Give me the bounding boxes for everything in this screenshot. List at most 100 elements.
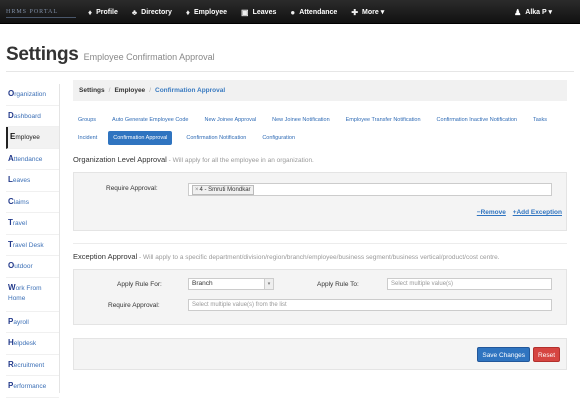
tab-configuration[interactable]: Configuration (260, 131, 297, 145)
nav-item-label: Profile (96, 8, 118, 16)
nav-item-label: Leaves (252, 8, 277, 16)
tab-confirmation-inactive-notification[interactable]: Confirmation Inactive Notification (435, 113, 519, 127)
sidebar-item-organization[interactable]: Organization (6, 84, 59, 106)
breadcrumb-separator: / (108, 87, 111, 94)
exception-approval-desc: - Will apply to a specific department/di… (137, 254, 500, 261)
divider (73, 243, 567, 244)
sidebar-item-label: rganization (14, 91, 47, 98)
page-title: Settings (6, 44, 79, 65)
person-icon: ♦ (88, 7, 93, 17)
top-navbar: HRMS PORTAL ♦ Profile ♣ Directory ♦ Employee ▣… (0, 0, 580, 24)
camera-icon: ▣ (241, 7, 249, 17)
apply-rule-for-value: Branch (192, 280, 213, 287)
clock-icon: ● (290, 7, 296, 17)
nav-item-directory[interactable]: ♣ Directory (132, 8, 172, 17)
brand-logo[interactable]: HRMS PORTAL (6, 7, 76, 18)
apply-rule-to-label: Apply Rule To: (317, 281, 359, 288)
main-nav: ♦ Profile ♣ Directory ♦ Employee ▣ Leaves ● Atten… (88, 0, 398, 24)
sidebar-item-label: ravel Desk (12, 241, 44, 249)
breadcrumb-separator: / (149, 87, 151, 94)
tab-groups[interactable]: Groups (76, 113, 98, 127)
chevron-down-icon: ▾ (264, 279, 273, 289)
sidebar: Organization Dashboard Employee Attendance L… (6, 84, 60, 398)
sidebar-item-label: ravel (12, 220, 27, 227)
plus-circle-icon: ✚ (351, 7, 359, 17)
tab-employee-transfer-notification[interactable]: Employee Transfer Notification (344, 113, 423, 127)
nav-item-leaves[interactable]: ▣ Leaves (241, 8, 276, 17)
save-changes-button[interactable]: Save Changes (477, 347, 530, 362)
main-content: Settings / Employee / Confirmation Appro… (73, 80, 567, 370)
divider (6, 71, 574, 72)
require-approval-label: Require Approval: (108, 302, 160, 309)
people-icon: ♣ (131, 7, 138, 17)
nav-item-label: More ▾ (362, 9, 385, 16)
tab-incident[interactable]: Incident (76, 131, 99, 145)
org-approval-title: Organization Level Approval (73, 155, 167, 164)
tab-confirmation-notification[interactable]: Confirmation Notification (184, 131, 248, 145)
sidebar-item-travel[interactable]: Travel (6, 213, 59, 235)
sidebar-item-payroll[interactable]: Payroll (6, 312, 59, 333)
org-approval-panel: Require Approval: ×4 - Smruti Mondkar −R… (73, 172, 567, 231)
sidebar-item-claims[interactable]: Claims (6, 192, 59, 213)
require-approval-label: Require Approval: (106, 185, 158, 192)
nav-item-attendance[interactable]: ● Attendance (290, 8, 337, 17)
sidebar-item-recruitment[interactable]: Recruitment (6, 355, 59, 376)
sidebar-item-label: utdoor (14, 263, 33, 270)
sidebar-item-label: ashboard (13, 112, 41, 120)
tab-confirmation-approval[interactable]: Confirmation Approval (108, 131, 173, 145)
add-exception-link[interactable]: +Add Exception (513, 209, 562, 216)
nav-item-profile[interactable]: ♦ Profile (88, 8, 118, 17)
sidebar-item-label: ayroll (13, 318, 29, 326)
breadcrumb: Settings / Employee / Confirmation Appro… (73, 80, 567, 101)
org-approval-heading: Organization Level Approval - Will apply… (73, 155, 567, 164)
sidebar-item-performance[interactable]: Performance (6, 376, 59, 398)
sidebar-item-leaves[interactable]: Leaves (6, 170, 59, 192)
sidebar-item-label: ecruitment (13, 361, 45, 369)
approver-tag: ×4 - Smruti Mondkar (192, 185, 254, 195)
exception-approval-heading: Exception Approval - Will apply to a spe… (73, 252, 567, 261)
page-header: Settings Employee Confirmation Approval (6, 44, 215, 66)
user-name: Alka P ▾ (525, 9, 552, 16)
nav-item-employee[interactable]: ♦ Employee (186, 8, 227, 17)
apply-rule-for-select[interactable]: Branch ▾ (188, 278, 274, 290)
exception-require-approval-input[interactable]: Select multiple value(s) from the list (188, 299, 552, 311)
sidebar-item-employee[interactable]: Employee (6, 127, 59, 149)
sidebar-item-travel-desk[interactable]: Travel Desk (6, 235, 59, 256)
nav-item-label: Attendance (299, 8, 338, 16)
nav-item-label: Employee (193, 8, 228, 16)
breadcrumb-current: Confirmation Approval (155, 87, 226, 94)
sidebar-item-label: erformance (13, 383, 47, 390)
settings-tabs: Groups Auto Generate Employee Code New Joi… (73, 113, 567, 149)
employee-icon: ♦ (185, 7, 190, 17)
sidebar-item-dashboard[interactable]: Dashboard (6, 106, 59, 127)
apply-rule-for-label: Apply Rule For: (117, 281, 162, 288)
exception-approval-title: Exception Approval (73, 252, 138, 261)
user-icon: ♟ (514, 7, 522, 17)
sidebar-item-outdoor[interactable]: Outdoor (6, 256, 59, 278)
tab-new-joinee-notification[interactable]: New Joinee Notification (270, 113, 331, 127)
form-actions: Save Changes Reset (73, 338, 567, 370)
sidebar-item-label: elpdesk (13, 340, 37, 347)
breadcrumb-employee[interactable]: Employee (114, 87, 145, 94)
sidebar-item-helpdesk[interactable]: Helpdesk (6, 333, 59, 355)
tab-tasks[interactable]: Tasks (531, 113, 549, 127)
reset-button[interactable]: Reset (533, 347, 560, 362)
sidebar-item-work-from-home[interactable]: Work From Home (6, 278, 59, 312)
remove-tag-icon[interactable]: × (195, 187, 199, 193)
user-menu[interactable]: ♟ Alka P ▾ (514, 0, 552, 24)
sidebar-item-initial: W (8, 282, 16, 292)
apply-rule-to-input[interactable]: Select multiple value(s) (387, 278, 552, 290)
org-approval-desc: - Will apply for all the employee in an … (166, 157, 314, 164)
sidebar-item-attendance[interactable]: Attendance (6, 149, 59, 170)
nav-item-more[interactable]: ✚ More ▾ (351, 8, 384, 17)
tab-auto-generate-employee-code[interactable]: Auto Generate Employee Code (110, 113, 190, 127)
remove-link[interactable]: −Remove (477, 209, 506, 216)
breadcrumb-settings[interactable]: Settings (79, 87, 105, 94)
exception-approval-panel: Apply Rule For: Branch ▾ Apply Rule To: … (73, 269, 567, 325)
require-approval-input[interactable]: ×4 - Smruti Mondkar (188, 183, 552, 196)
sidebar-item-label: eaves (12, 177, 31, 184)
tab-new-joinee-approval[interactable]: New Joinee Approval (202, 113, 258, 127)
approval-links: −Remove +Add Exception (472, 209, 562, 216)
sidebar-item-label: ttendance (13, 155, 43, 163)
sidebar-item-label: mployee (15, 134, 40, 141)
